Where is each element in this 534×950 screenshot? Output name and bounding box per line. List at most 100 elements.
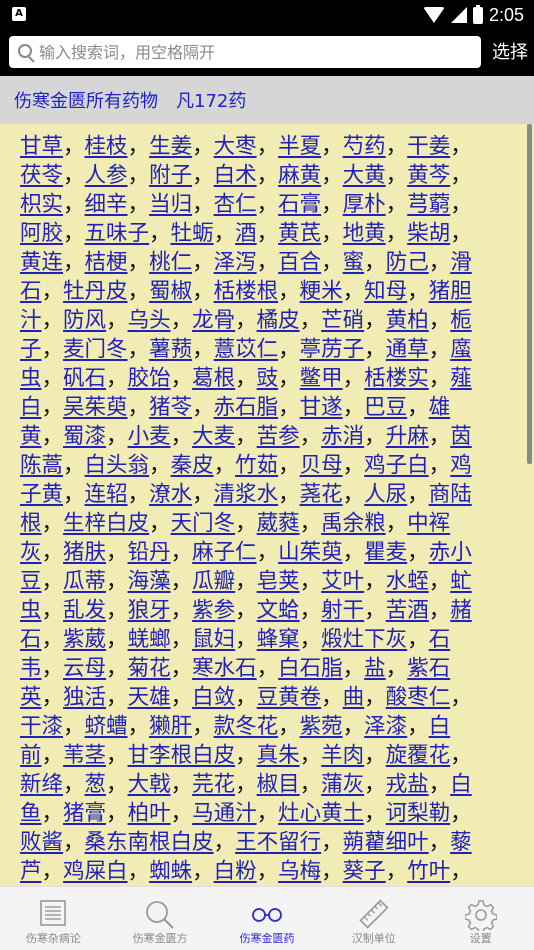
herb-link[interactable]: 柴胡 bbox=[407, 221, 450, 246]
herb-link[interactable]: 蒴藋细叶 bbox=[343, 830, 429, 855]
herb-link[interactable]: 甘遂 bbox=[300, 395, 343, 420]
herb-link[interactable]: 柏叶 bbox=[128, 801, 171, 826]
herb-link[interactable]: 麦门冬 bbox=[63, 337, 128, 362]
herb-link[interactable]: 白石脂 bbox=[278, 656, 343, 681]
herb-link[interactable]: 芍药 bbox=[343, 134, 386, 159]
herb-link[interactable]: 黄连 bbox=[20, 250, 63, 275]
herb-link[interactable]: 栝楼实 bbox=[364, 366, 429, 391]
herb-link[interactable]: 款冬花 bbox=[214, 714, 279, 739]
herb-link[interactable]: 防风 bbox=[63, 308, 106, 333]
herb-link[interactable]: 蛴螬 bbox=[85, 714, 128, 739]
herb-link[interactable]: 竹叶 bbox=[407, 859, 450, 884]
herb-link[interactable]: 阿胶 bbox=[20, 221, 63, 246]
herb-link[interactable]: 枳实 bbox=[20, 192, 63, 217]
herb-link[interactable]: 苦参 bbox=[257, 424, 300, 449]
herb-link[interactable]: 狼牙 bbox=[128, 598, 171, 623]
herb-link[interactable]: 赤消 bbox=[321, 424, 364, 449]
herb-link[interactable]: 大麦 bbox=[192, 424, 235, 449]
herb-link[interactable]: 苇茎 bbox=[63, 743, 106, 768]
herb-link[interactable]: 麻黄 bbox=[278, 163, 321, 188]
herb-link[interactable]: 旋覆花 bbox=[386, 743, 451, 768]
herb-link[interactable]: 半夏 bbox=[278, 134, 321, 159]
herb-link[interactable]: 巴豆 bbox=[364, 395, 407, 420]
herb-link[interactable]: 菊花 bbox=[128, 656, 171, 681]
herb-link[interactable]: 附子 bbox=[149, 163, 192, 188]
herb-link[interactable]: 水蛭 bbox=[386, 569, 429, 594]
herb-link[interactable]: 牡丹皮 bbox=[63, 279, 128, 304]
herb-link[interactable]: 矾石 bbox=[63, 366, 106, 391]
herb-link[interactable]: 盐 bbox=[364, 656, 386, 681]
herb-link[interactable]: 禹余粮 bbox=[321, 511, 386, 536]
herb-link[interactable]: 桔梗 bbox=[85, 250, 128, 275]
herb-link[interactable]: 马通汁 bbox=[192, 801, 257, 826]
herb-link[interactable]: 紫葳 bbox=[63, 627, 106, 652]
herb-link[interactable]: 山茱萸 bbox=[278, 540, 343, 565]
herb-link[interactable]: 竹茹 bbox=[235, 453, 278, 478]
herb-link[interactable]: 獭肝 bbox=[149, 714, 192, 739]
herb-link[interactable]: 升麻 bbox=[386, 424, 429, 449]
herb-link[interactable]: 白头翁 bbox=[85, 453, 150, 478]
herb-link[interactable]: 射干 bbox=[321, 598, 364, 623]
herb-link[interactable]: 芎藭 bbox=[407, 192, 450, 217]
herb-link[interactable]: 蜜 bbox=[343, 250, 365, 275]
herb-link[interactable]: 小麦 bbox=[128, 424, 171, 449]
nav-item-herbs[interactable]: 伤寒金匮药 bbox=[214, 887, 321, 950]
herb-link[interactable]: 鸡屎白 bbox=[63, 859, 128, 884]
herb-link[interactable]: 白敛 bbox=[192, 685, 235, 710]
herb-link[interactable]: 王不留行 bbox=[235, 830, 321, 855]
herb-link[interactable]: 橘皮 bbox=[257, 308, 300, 333]
herb-link[interactable]: 云母 bbox=[63, 656, 106, 681]
herb-link[interactable]: 黄芪 bbox=[278, 221, 321, 246]
herb-link[interactable]: 泽泻 bbox=[214, 250, 257, 275]
herb-link[interactable]: 生姜 bbox=[149, 134, 192, 159]
herb-link[interactable]: 通草 bbox=[386, 337, 429, 362]
herb-link[interactable]: 白术 bbox=[214, 163, 257, 188]
herb-link[interactable]: 白粉 bbox=[214, 859, 257, 884]
herb-link[interactable]: 甘草 bbox=[20, 134, 63, 159]
herb-link[interactable]: 石膏 bbox=[278, 192, 321, 217]
nav-item-settings[interactable]: 设置 bbox=[427, 887, 534, 950]
herb-link[interactable]: 葛根 bbox=[192, 366, 235, 391]
herb-link[interactable]: 葶苈子 bbox=[300, 337, 365, 362]
herb-link[interactable]: 桑东南根白皮 bbox=[85, 830, 214, 855]
herb-link[interactable]: 铅丹 bbox=[128, 540, 171, 565]
herb-link[interactable]: 紫菀 bbox=[300, 714, 343, 739]
herb-link[interactable]: 猪肤 bbox=[63, 540, 106, 565]
herb-link[interactable]: 茯苓 bbox=[20, 163, 63, 188]
herb-link[interactable]: 清浆水 bbox=[214, 482, 279, 507]
herb-link[interactable]: 皂荚 bbox=[257, 569, 300, 594]
herb-link[interactable]: 干姜 bbox=[407, 134, 450, 159]
select-button[interactable]: 选择 bbox=[492, 38, 528, 64]
herb-link[interactable]: 瓜瓣 bbox=[192, 569, 235, 594]
herb-link[interactable]: 文蛤 bbox=[257, 598, 300, 623]
herb-link[interactable]: 乌梅 bbox=[278, 859, 321, 884]
herb-link[interactable]: 豉 bbox=[257, 366, 279, 391]
herb-link[interactable]: 豆黄卷 bbox=[257, 685, 322, 710]
herb-link[interactable]: 粳米 bbox=[300, 279, 343, 304]
herb-link[interactable]: 潦水 bbox=[149, 482, 192, 507]
herb-link[interactable]: 大枣 bbox=[214, 134, 257, 159]
herb-link[interactable]: 天门冬 bbox=[171, 511, 236, 536]
herb-link[interactable]: 贝母 bbox=[300, 453, 343, 478]
herb-link[interactable]: 乱发 bbox=[63, 598, 106, 623]
nav-item-units[interactable]: 汉制单位 bbox=[320, 887, 427, 950]
nav-item-treatise[interactable]: 伤寒杂病论 bbox=[0, 887, 107, 950]
herb-link[interactable]: 桃仁 bbox=[149, 250, 192, 275]
herb-link[interactable]: 甘李根白皮 bbox=[128, 743, 236, 768]
herb-link[interactable]: 蒲灰 bbox=[321, 772, 364, 797]
herb-link[interactable]: 蜂窠 bbox=[257, 627, 300, 652]
herb-link[interactable]: 地黄 bbox=[343, 221, 386, 246]
herb-link[interactable]: 鼠妇 bbox=[192, 627, 235, 652]
herb-link[interactable]: 大黄 bbox=[343, 163, 386, 188]
herb-link[interactable]: 蜣螂 bbox=[128, 627, 171, 652]
herb-link[interactable]: 瓜蒂 bbox=[63, 569, 106, 594]
herb-link[interactable]: 薯蓣 bbox=[149, 337, 192, 362]
herb-link[interactable]: 猪苓 bbox=[149, 395, 192, 420]
herb-link[interactable]: 杏仁 bbox=[214, 192, 257, 217]
herb-link[interactable]: 曲 bbox=[343, 685, 365, 710]
herb-link[interactable]: 苦酒 bbox=[386, 598, 429, 623]
herb-link[interactable]: 龙骨 bbox=[192, 308, 235, 333]
herb-link[interactable]: 知母 bbox=[364, 279, 407, 304]
herb-link[interactable]: 连轺 bbox=[85, 482, 128, 507]
herb-link[interactable]: 葳蕤 bbox=[257, 511, 300, 536]
